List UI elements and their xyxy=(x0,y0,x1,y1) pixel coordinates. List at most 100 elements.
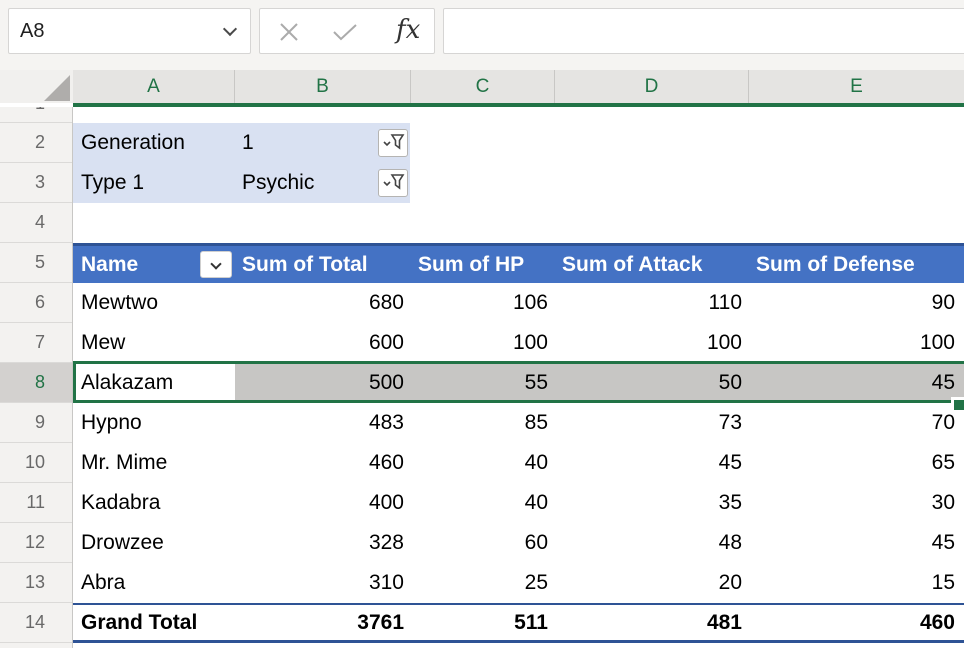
cell-hp[interactable]: 60 xyxy=(410,523,554,563)
cell-defense[interactable]: 100 xyxy=(748,323,964,363)
cell-name[interactable]: Drowzee xyxy=(73,523,234,563)
row-header-12[interactable]: 12 xyxy=(0,523,72,563)
cell-defense[interactable]: 70 xyxy=(748,403,964,443)
cell-hp[interactable]: 85 xyxy=(410,403,554,443)
cell-defense[interactable]: 90 xyxy=(748,283,964,323)
cell-grand-total-defense[interactable]: 460 xyxy=(748,605,964,640)
cell-attack[interactable]: 35 xyxy=(554,483,748,523)
cell-total[interactable]: 328 xyxy=(234,523,410,563)
select-all-corner[interactable] xyxy=(0,70,73,103)
formula-input[interactable] xyxy=(443,8,964,54)
enter-check-icon[interactable] xyxy=(332,23,358,41)
column-header-c[interactable]: C xyxy=(410,70,554,103)
filter-field-label[interactable]: Type 1 xyxy=(81,163,241,203)
pivot-header-row: Name Sum of Total Sum of HP Sum of Attac… xyxy=(73,243,964,283)
filter-dropdown-button[interactable] xyxy=(378,129,408,157)
chevron-down-icon xyxy=(210,258,221,269)
cell-attack[interactable]: 48 xyxy=(554,523,748,563)
cell-total[interactable]: 483 xyxy=(234,403,410,443)
row-headers: 1 2 3 4 5 6 7 8 9 10 11 12 13 14 xyxy=(0,107,73,648)
select-all-triangle-icon xyxy=(44,75,70,101)
row-header-9[interactable]: 9 xyxy=(0,403,72,443)
column-header-e[interactable]: E xyxy=(748,70,964,103)
cell-hp[interactable]: 100 xyxy=(410,323,554,363)
cell-attack[interactable]: 50 xyxy=(554,363,748,403)
cell-total[interactable]: 680 xyxy=(234,283,410,323)
pivot-header-hp[interactable]: Sum of HP xyxy=(418,246,524,283)
filter-field-label[interactable]: Generation xyxy=(81,123,241,163)
cell-total[interactable]: 500 xyxy=(234,363,410,403)
cell-hp[interactable]: 106 xyxy=(410,283,554,323)
row-header-3[interactable]: 3 xyxy=(0,163,72,203)
cell-total[interactable]: 310 xyxy=(234,563,410,603)
cell-grand-total-hp[interactable]: 511 xyxy=(410,605,554,640)
row-header-15[interactable] xyxy=(0,643,72,648)
pivot-header-name[interactable]: Name xyxy=(81,246,138,283)
insert-function-icon[interactable]: fx xyxy=(396,15,420,45)
cell-hp[interactable]: 40 xyxy=(410,443,554,483)
cell-name-active[interactable]: Alakazam xyxy=(73,363,234,403)
cell-attack[interactable]: 20 xyxy=(554,563,748,603)
cell-attack[interactable]: 73 xyxy=(554,403,748,443)
cell-total[interactable]: 600 xyxy=(234,323,410,363)
excel-window: A8 fx A B C D E 1 2 3 4 5 6 7 xyxy=(0,0,964,648)
cell-grand-total-total[interactable]: 3761 xyxy=(234,605,410,640)
column-headers: A B C D E xyxy=(73,70,964,103)
row-header-5[interactable]: 5 xyxy=(0,243,72,283)
name-box[interactable]: A8 xyxy=(8,8,251,54)
cell-defense[interactable]: 15 xyxy=(748,563,964,603)
row-header-8-selected[interactable]: 8 xyxy=(0,363,72,403)
cell-defense[interactable]: 45 xyxy=(748,523,964,563)
cell-hp[interactable]: 25 xyxy=(410,563,554,603)
pivot-header-total[interactable]: Sum of Total xyxy=(242,246,368,283)
cell-name[interactable]: Mew xyxy=(73,323,234,363)
row-header-4[interactable]: 4 xyxy=(0,203,72,243)
row-header-2[interactable]: 2 xyxy=(0,123,72,163)
cancel-icon[interactable] xyxy=(278,21,300,43)
fill-handle[interactable] xyxy=(951,397,964,410)
cell-defense[interactable]: 45 xyxy=(748,363,964,403)
cell-hp[interactable]: 40 xyxy=(410,483,554,523)
funnel-icon xyxy=(379,170,407,196)
cell-total[interactable]: 460 xyxy=(234,443,410,483)
cell-defense[interactable]: 65 xyxy=(748,443,964,483)
row-header-7[interactable]: 7 xyxy=(0,323,72,363)
cell-name[interactable]: Mewtwo xyxy=(73,283,234,323)
cell-grand-total-attack[interactable]: 481 xyxy=(554,605,748,640)
cell-total[interactable]: 400 xyxy=(234,483,410,523)
cell-grand-total-label[interactable]: Grand Total xyxy=(73,605,234,640)
column-header-a[interactable]: A xyxy=(73,70,234,103)
filter-field-value[interactable]: Psychic xyxy=(242,163,372,203)
grand-total-row: Grand Total 3761 511 481 460 xyxy=(73,603,964,643)
cell-attack[interactable]: 110 xyxy=(554,283,748,323)
row-header-14[interactable]: 14 xyxy=(0,603,72,643)
row-header-1[interactable]: 1 xyxy=(0,107,72,123)
pivot-row-selected: Alakazam 500 55 50 45 xyxy=(73,363,964,403)
filter-dropdown-button[interactable] xyxy=(378,169,408,197)
row-header-6[interactable]: 6 xyxy=(0,283,72,323)
cell-hp[interactable]: 55 xyxy=(410,363,554,403)
row-header-10[interactable]: 10 xyxy=(0,443,72,483)
formula-bar-strip: A8 fx xyxy=(0,0,964,70)
filter-field-value[interactable]: 1 xyxy=(242,123,372,163)
name-filter-dropdown[interactable] xyxy=(200,251,232,278)
column-header-b[interactable]: B xyxy=(234,70,410,103)
column-header-d[interactable]: D xyxy=(554,70,748,103)
pivot-row: Hypno 483 85 73 70 xyxy=(73,403,964,443)
cell-name[interactable]: Abra xyxy=(73,563,234,603)
cell-name[interactable]: Kadabra xyxy=(73,483,234,523)
pivot-header-defense[interactable]: Sum of Defense xyxy=(756,246,915,283)
cell-defense[interactable]: 30 xyxy=(748,483,964,523)
name-box-value: A8 xyxy=(20,9,44,53)
cell-name[interactable]: Hypno xyxy=(73,403,234,443)
row-header-13[interactable]: 13 xyxy=(0,563,72,603)
pivot-header-attack[interactable]: Sum of Attack xyxy=(562,246,702,283)
chevron-down-icon[interactable] xyxy=(223,22,237,36)
pivot-row: Mewtwo 680 106 110 90 xyxy=(73,283,964,323)
pivot-row: Drowzee 328 60 48 45 xyxy=(73,523,964,563)
cell-attack[interactable]: 45 xyxy=(554,443,748,483)
row-header-11[interactable]: 11 xyxy=(0,483,72,523)
cell-attack[interactable]: 100 xyxy=(554,323,748,363)
formula-toolbar: fx xyxy=(259,8,435,54)
cell-name[interactable]: Mr. Mime xyxy=(73,443,234,483)
